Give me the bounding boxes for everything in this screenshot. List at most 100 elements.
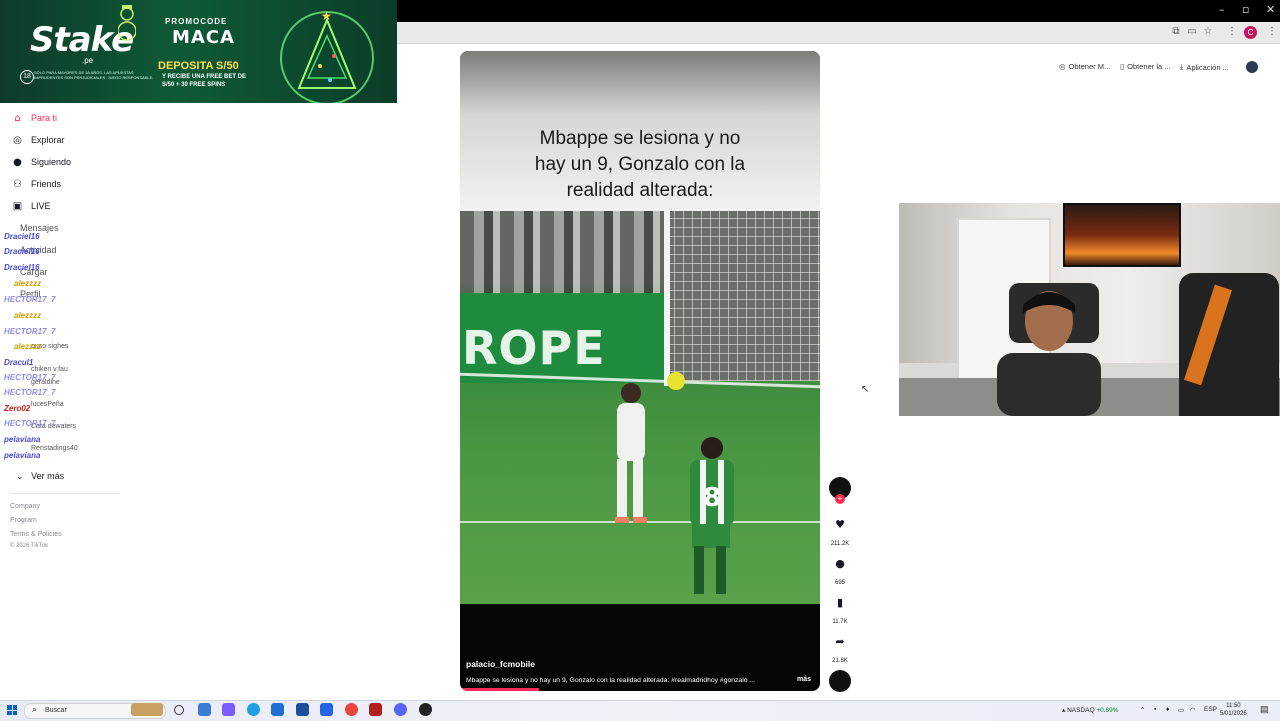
tray-app-icon[interactable]: ▪: [1154, 706, 1156, 713]
user-avatar[interactable]: [1246, 61, 1258, 73]
chat-username: alezzzz: [14, 311, 42, 320]
sidebar-item-label: LIVE: [31, 201, 51, 211]
obs-icon[interactable]: [419, 703, 432, 716]
clock-time: 11:50: [1226, 703, 1241, 709]
chart-icon: ▴: [1062, 707, 1066, 714]
video-author[interactable]: palacio_fcmobile: [466, 659, 535, 669]
get-app-button[interactable]: ▯ Obtener la ...: [1120, 62, 1171, 71]
widgets-icon[interactable]: [131, 703, 163, 716]
sidebar-item-label: Friends: [31, 179, 62, 189]
chat-username: HECTOR17_7: [4, 388, 56, 397]
mouse-cursor-icon: ↖: [861, 384, 870, 395]
sidebar-item-label: Para ti: [31, 113, 58, 123]
comment-icon[interactable]: ●: [832, 556, 848, 572]
ver-mas-label: Ver más: [31, 471, 65, 481]
chat-username: alezzzz: [14, 279, 42, 288]
player-green-kit: 8: [690, 437, 734, 594]
heart-icon[interactable]: ♥: [832, 517, 848, 533]
tray-chevron-icon[interactable]: ⌃: [1140, 706, 1145, 714]
caption-line: Mbappe se lesiona y no: [539, 128, 741, 149]
mail-icon[interactable]: [320, 703, 333, 716]
get-coins-button[interactable]: ◎ Obtener M...: [1059, 62, 1110, 71]
cast-icon[interactable]: ▭: [1186, 26, 1198, 38]
chat-username: HECTOR17_7: [4, 419, 56, 428]
cortana-icon[interactable]: [174, 705, 184, 715]
footer-terms-link[interactable]: Terms & Policies: [10, 531, 62, 538]
browser-menu-icon[interactable]: ⋮: [1266, 26, 1278, 38]
task-view-icon[interactable]: [198, 703, 211, 716]
video-progress-bar[interactable]: [460, 688, 540, 691]
chat-username: pelaviana: [4, 451, 41, 460]
sound-disc-icon[interactable]: [829, 670, 851, 692]
comment-count: 695: [834, 580, 845, 586]
sidebar-item-explorar[interactable]: ◎ Explorar: [12, 132, 64, 148]
download-icon: ⤓: [1180, 62, 1184, 71]
friends-icon: ⚇: [13, 178, 22, 190]
caption-line: realidad alterada:: [566, 180, 714, 201]
sidebar-item-para-ti[interactable]: ⌂ Para ti: [12, 110, 57, 126]
windows-start-icon[interactable]: [7, 705, 17, 715]
compass-icon: ◎: [13, 134, 22, 146]
phone-icon: ▯: [1120, 62, 1125, 71]
translate-icon[interactable]: ⧉: [1170, 26, 1182, 38]
goal-net: [665, 211, 820, 381]
copilot-icon[interactable]: [222, 703, 235, 716]
sidebar-divider: [10, 493, 120, 494]
footer-copyright: © 2026 TikTok: [10, 543, 49, 549]
more-button[interactable]: más: [797, 676, 811, 683]
ver-mas-button[interactable]: ⌄ Ver más: [16, 471, 64, 482]
advertising-board: ROPE: [460, 293, 665, 383]
discord-icon[interactable]: [394, 703, 407, 716]
language-indicator[interactable]: ESP: [1204, 706, 1217, 713]
video-player[interactable]: Mbappe se lesiona y no hay un 9, Gonzalo…: [460, 51, 820, 691]
obs-recorder-icon[interactable]: [369, 703, 382, 716]
streamer-webcam: [899, 203, 1280, 416]
restore-icon[interactable]: ▫: [1242, 3, 1249, 16]
follow-plus-icon[interactable]: +: [835, 494, 845, 504]
footer-program-link[interactable]: Program: [10, 517, 37, 524]
stock-widget[interactable]: ▴ NASDAQ +0.89%: [1062, 706, 1119, 714]
desktop-app-button[interactable]: ⤓ Aplicación ...: [1180, 62, 1229, 72]
christmas-tree-icon: ★: [280, 9, 374, 103]
app-icon[interactable]: [296, 703, 309, 716]
footer-company-link[interactable]: Company: [10, 503, 40, 510]
microphone-icon[interactable]: ♦: [1166, 706, 1169, 713]
player-white-kit: [615, 383, 647, 523]
promo-label: PROMOCODE: [165, 17, 228, 26]
minimize-icon[interactable]: –: [1219, 3, 1225, 16]
bookmark-star-icon[interactable]: ☆: [1202, 26, 1214, 38]
button-label: Obtener M...: [1068, 62, 1111, 71]
sidebar-item-friends[interactable]: ⚇ Friends: [12, 176, 61, 192]
stake-logo-suffix: .pe: [82, 56, 94, 65]
bookmark-icon[interactable]: ▮: [832, 595, 848, 611]
profile-avatar[interactable]: C: [1244, 26, 1257, 39]
chrome-icon[interactable]: [345, 703, 358, 716]
chat-username: Draciel16: [4, 263, 40, 272]
close-icon[interactable]: ✕: [1266, 3, 1275, 16]
notification-icon[interactable]: ▤: [1260, 704, 1269, 715]
store-icon[interactable]: [271, 703, 284, 716]
edge-icon[interactable]: [247, 703, 260, 716]
chat-username: Draciel16: [4, 232, 40, 241]
extensions-icon[interactable]: ⋮: [1226, 26, 1238, 38]
fireplace-tv: [1063, 203, 1181, 267]
wifi-icon[interactable]: ◠: [1190, 706, 1196, 714]
svg-text:★: ★: [321, 9, 332, 23]
sidebar-item-live[interactable]: ▣ LIVE: [12, 198, 51, 214]
sidebar-item-siguiendo[interactable]: ● Siguiendo: [12, 154, 71, 170]
stake-banner-ad[interactable]: Stake .pe 18 SÓLO PARA MAYORES DE 18 AÑO…: [0, 0, 397, 103]
deposit-offer: DEPOSITA S/50: [158, 60, 239, 72]
age-badge: 18: [20, 70, 34, 84]
system-clock[interactable]: 11:50 5/01/2026: [1220, 702, 1247, 718]
stock-change: +0.89%: [1096, 707, 1119, 714]
goal-post: [664, 211, 670, 386]
save-count: 11.7K: [832, 619, 848, 625]
following-avatar-icon: ●: [13, 156, 22, 168]
battery-icon[interactable]: ▭: [1178, 706, 1184, 714]
snowman-icon: [118, 5, 136, 41]
button-label: Obtener la ...: [1127, 62, 1171, 71]
chevron-down-icon: ⌄: [16, 471, 24, 481]
chat-username: HECTOR17_7: [4, 295, 56, 304]
share-icon[interactable]: ➦: [832, 634, 848, 650]
clock-date: 5/01/2026: [1220, 711, 1247, 717]
